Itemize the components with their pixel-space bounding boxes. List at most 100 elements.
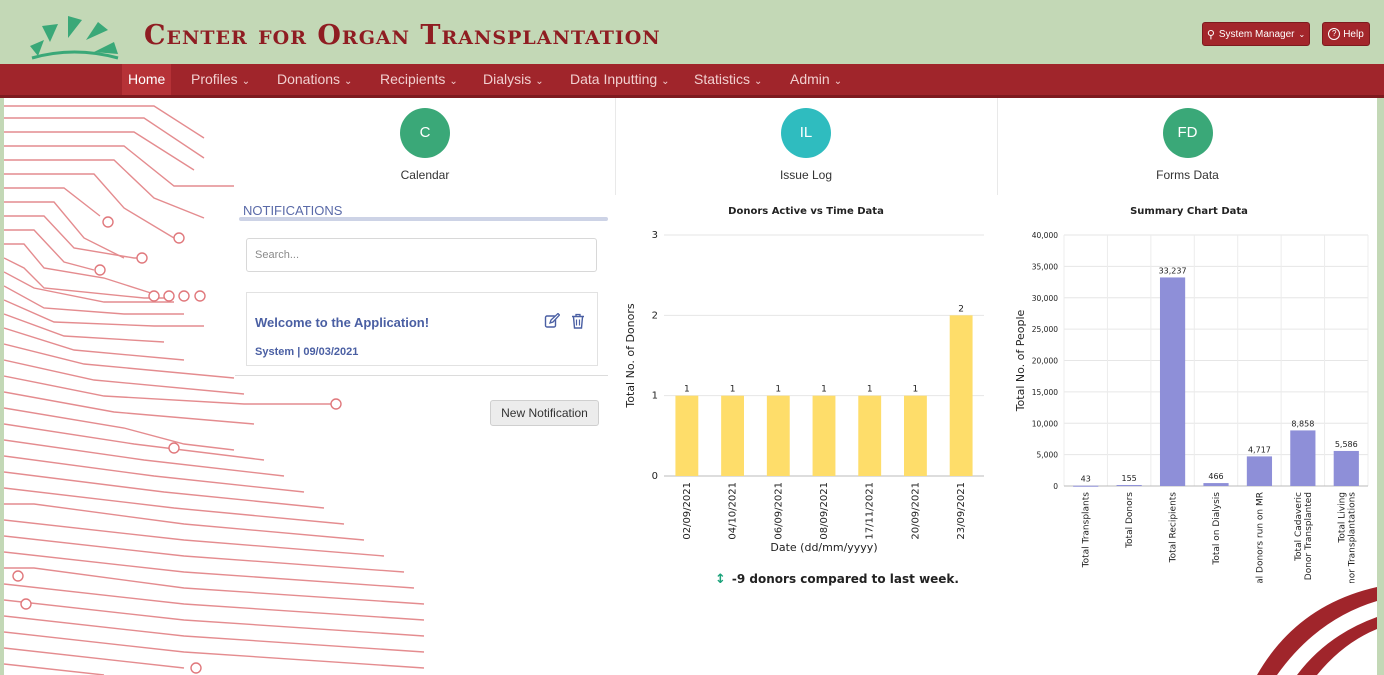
bar [675, 395, 699, 476]
nav-item-label: Home [128, 71, 166, 87]
y-tick-label: 0 [1053, 482, 1058, 491]
app-window: Center for Organ Transplantation ⚲ Syste… [0, 0, 1384, 675]
chevron-down-icon: ⌄ [833, 76, 843, 87]
donor-trend-text: ↕ -9 donors compared to last week. [715, 572, 959, 587]
forms-data-tile-icon: FD [1162, 108, 1213, 158]
x-tick-label: Total Donors [1125, 492, 1135, 549]
x-tick-label: 04/10/2021 [728, 482, 739, 540]
bar [949, 315, 973, 476]
bar [721, 395, 744, 476]
bar-value-label: 43 [1081, 475, 1091, 484]
issue-log-tile[interactable]: IL Issue Log [616, 98, 996, 195]
bar-value-label: 2 [958, 304, 964, 314]
nav-item-profiles[interactable]: Profiles ⌄ [191, 64, 250, 95]
y-tick-label: 5,000 [1037, 451, 1059, 460]
trash-icon[interactable] [570, 313, 586, 329]
new-notification-button[interactable]: New Notification [490, 400, 599, 426]
chevron-down-icon: ⌄ [535, 76, 544, 87]
nav-item-label: Donations [277, 71, 341, 87]
dashboard-content: C Calendar IL Issue Log FD Forms Data NO… [4, 98, 1377, 675]
bar [1246, 456, 1273, 486]
bar-value-label: 1 [913, 385, 919, 395]
donor-trend-label: -9 donors compared to last week. [731, 572, 959, 586]
logo-icon [30, 16, 119, 60]
y-axis-label: Total No. of People [1014, 309, 1027, 412]
help-label: Help [1343, 28, 1364, 40]
y-tick-label: 2 [652, 310, 658, 321]
issue-log-tile-icon: IL [781, 108, 831, 158]
bar-value-label: 466 [1208, 472, 1223, 481]
notification-title: Welcome to the Application! [255, 315, 430, 330]
help-button[interactable]: ? Help [1322, 22, 1370, 46]
x-tick-label: 17/11/2021 [865, 482, 876, 540]
x-tick-label: Total CadavericDonor Transplanted [1294, 492, 1314, 580]
bar-value-label: 1 [867, 385, 873, 395]
summary-chart-title: Summary Chart Data [1130, 206, 1248, 217]
x-tick-label: Total Donors run on MR [1255, 492, 1265, 583]
y-tick-label: 25,000 [1032, 325, 1058, 334]
nav-item-recipients[interactable]: Recipients ⌄ [380, 64, 458, 95]
bar-value-label: 8,858 [1291, 419, 1314, 428]
donors-chart: 0 1 2 3 1 02/09/2021 1 04/10/2021 1 06/09/2021 1 08… [624, 230, 984, 554]
nav-item-statistics[interactable]: Statistics ⌄ [694, 64, 762, 95]
bar-value-label: 155 [1122, 474, 1137, 483]
bar [812, 395, 836, 476]
notification-search-input[interactable] [246, 238, 597, 272]
notifications-title: NOTIFICATIONS [243, 203, 343, 218]
x-tick-label: Total Recipients [1169, 492, 1179, 564]
y-tick-label: 0 [652, 471, 658, 482]
y-tick-label: 10,000 [1032, 419, 1058, 428]
calendar-tile[interactable]: C Calendar [235, 98, 615, 195]
x-tick-label: 20/09/2021 [910, 482, 921, 540]
bar-value-label: 1 [684, 385, 690, 395]
nav-item-data-inputting[interactable]: Data Inputting ⌄ [570, 64, 670, 95]
bar-value-label: 4,717 [1248, 445, 1271, 454]
x-tick-label: 08/09/2021 [819, 482, 830, 540]
nav-item-admin[interactable]: Admin ⌄ [790, 64, 842, 95]
chevron-down-icon: ⌄ [449, 76, 458, 87]
y-tick-label: 15,000 [1032, 388, 1058, 397]
notifications-divider [235, 375, 608, 376]
bar [1159, 277, 1186, 486]
question-icon: ? [1328, 28, 1341, 40]
bar-value-label: 1 [821, 385, 827, 395]
site-title: Center for Organ Transplantation [144, 20, 661, 51]
x-tick-label: Total LivingDonor Transplantations [1337, 492, 1357, 583]
user-menu-button[interactable]: ⚲ System Manager ⌄ [1202, 22, 1310, 46]
forms-data-tile[interactable]: FD Forms Data [998, 98, 1377, 195]
chevron-down-icon: ⌄ [344, 76, 353, 87]
bar-value-label: 1 [775, 385, 781, 395]
calendar-tile-label: Calendar [400, 168, 450, 182]
brand-swoosh [1257, 587, 1377, 675]
y-tick-label: 20,000 [1032, 357, 1058, 366]
nav-item-label: Admin [790, 71, 830, 87]
y-tick-label: 30,000 [1032, 294, 1058, 303]
nav-item-donations[interactable]: Donations ⌄ [277, 64, 352, 95]
chevron-down-icon: ⌄ [1298, 29, 1306, 39]
edit-icon[interactable] [544, 313, 560, 329]
bar-value-label: 33,237 [1159, 266, 1187, 275]
x-tick-label: 02/09/2021 [682, 482, 693, 540]
site-header: Center for Organ Transplantation ⚲ Syste… [0, 0, 1384, 64]
bar [1290, 430, 1316, 486]
bar [1116, 485, 1142, 487]
chevron-down-icon: ⌄ [661, 76, 670, 87]
x-tick-label: 23/09/2021 [956, 482, 967, 540]
user-menu-label: System Manager [1218, 28, 1295, 40]
nav-item-home[interactable]: Home [122, 64, 172, 95]
notification-card[interactable]: Welcome to the Application! System | 09/… [246, 292, 598, 366]
y-tick-label: 1 [652, 391, 658, 402]
nav-item-label: Data Inputting [570, 71, 658, 87]
x-tick-label: Total Transplants [1082, 492, 1092, 569]
nav-item-dialysis[interactable]: Dialysis ⌄ [483, 64, 544, 95]
calendar-tile-icon: C [400, 108, 450, 158]
bar [1333, 450, 1359, 486]
nav-item-label: Dialysis [483, 71, 532, 87]
y-tick-label: 3 [652, 230, 658, 241]
bar-value-label: 5,586 [1335, 440, 1358, 449]
bar [1203, 483, 1229, 486]
x-tick-label: 06/09/2021 [773, 482, 784, 540]
bar [766, 395, 790, 476]
main-nav: Home Profiles ⌄ Donations ⌄ Recipients ⌄ Di… [0, 64, 1384, 98]
bar [1073, 485, 1099, 487]
